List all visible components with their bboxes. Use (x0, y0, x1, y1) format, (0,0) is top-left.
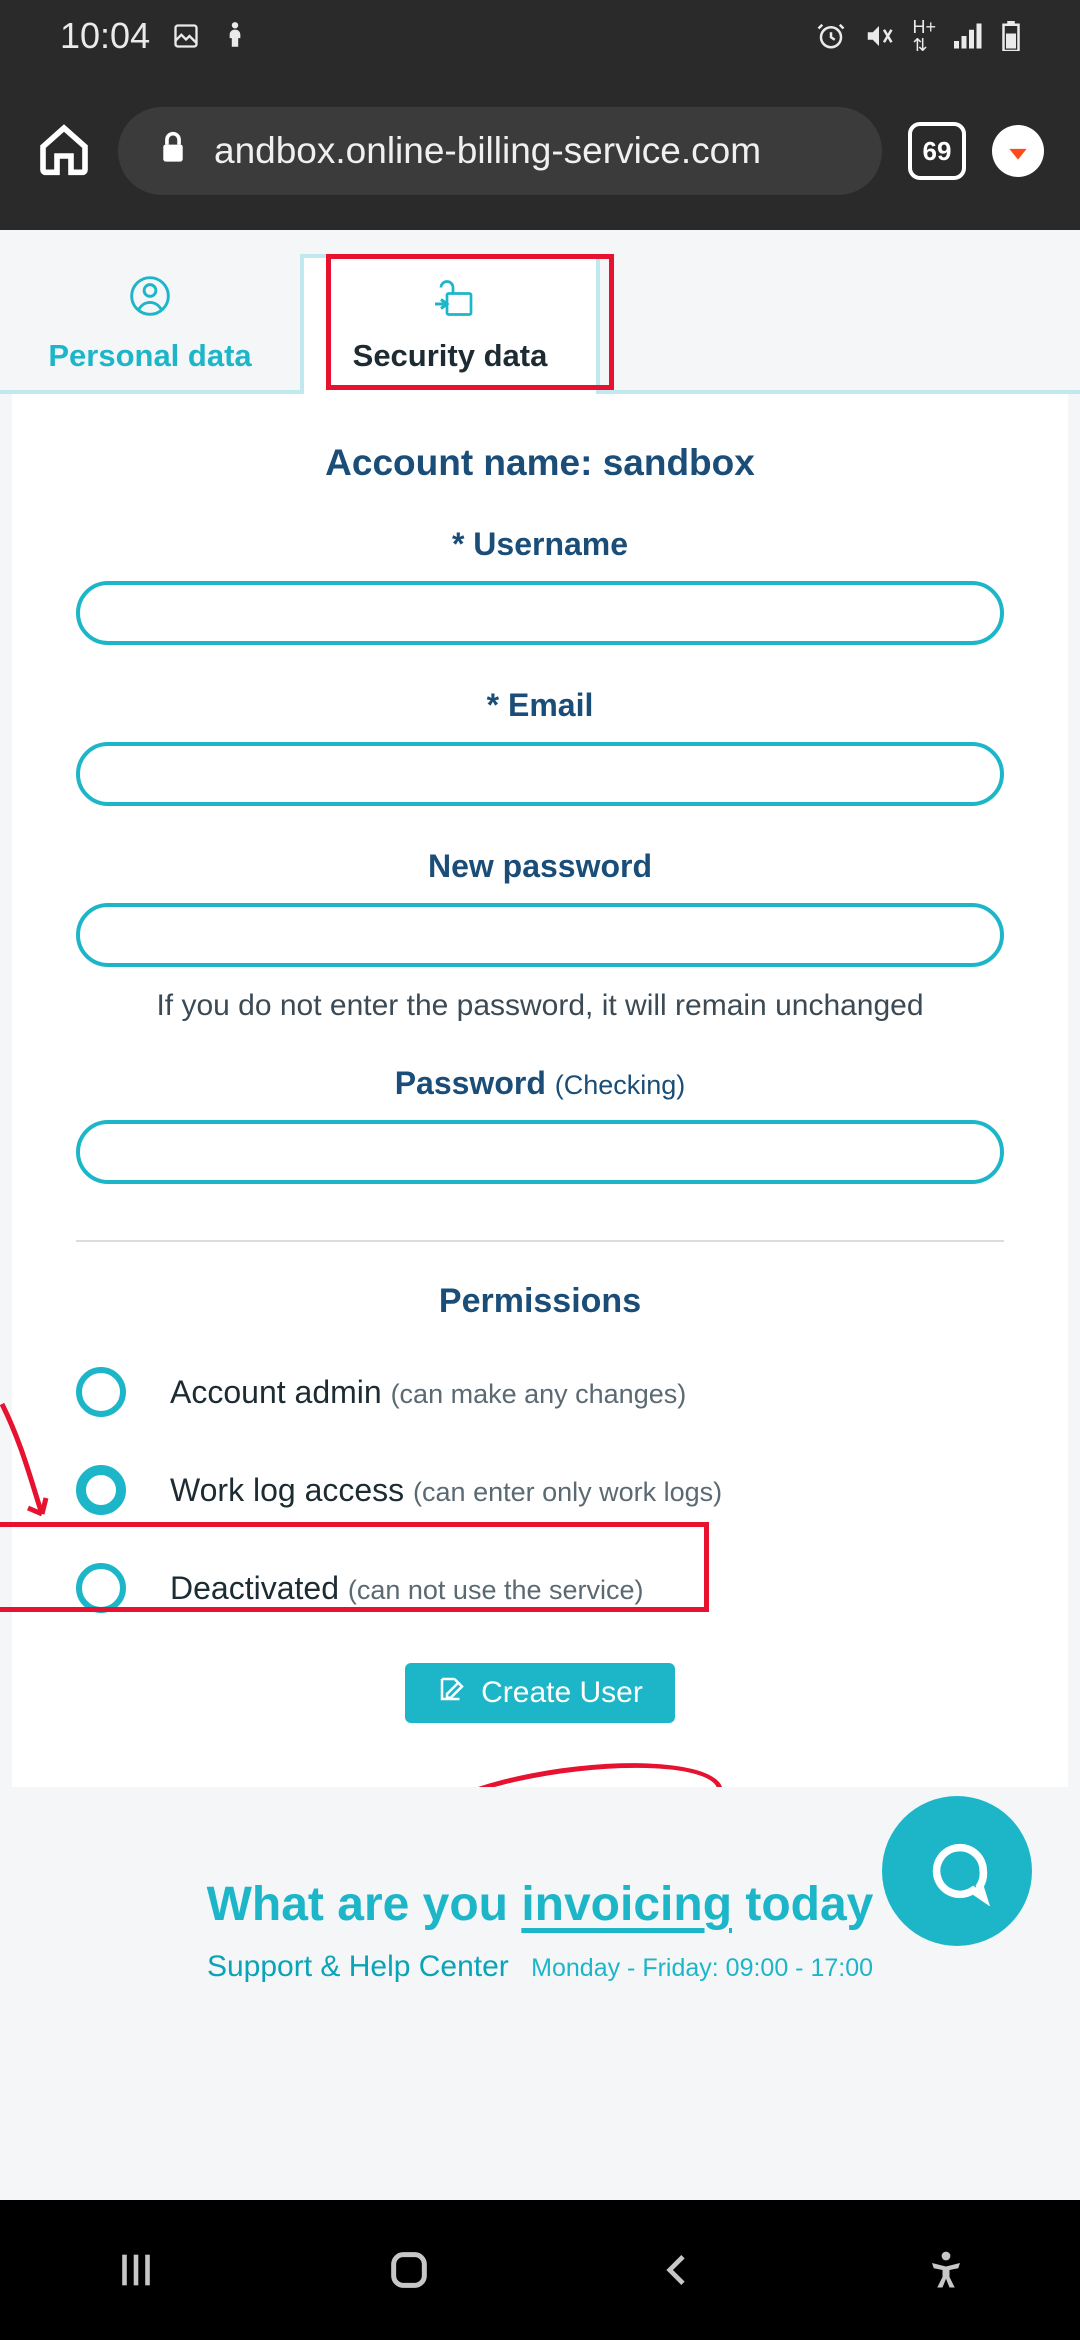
nav-accessibility-button[interactable] (925, 2249, 967, 2291)
passcheck-suffix: (Checking) (555, 1070, 686, 1100)
permission-worklog-label: Work log access (can enter only work log… (170, 1472, 722, 1509)
promo-underline: invoicing (521, 1878, 732, 1931)
edit-icon (437, 1674, 467, 1712)
email-label: * Email (76, 687, 1004, 724)
mute-icon (864, 21, 894, 51)
permission-deact-label: Deactivated (can not use the service) (170, 1570, 644, 1607)
figure-icon (222, 21, 248, 51)
radio-admin[interactable] (76, 1367, 126, 1417)
url-text: andbox.online-billing-service.com (214, 130, 761, 172)
newpass-input[interactable] (76, 903, 1004, 967)
tabs-count-value: 69 (923, 136, 952, 167)
browser-home-button[interactable] (36, 121, 92, 182)
permission-worklog-sub: (can enter only work logs) (413, 1477, 722, 1507)
support-hours: Monday - Friday: 09:00 - 17:00 (531, 1954, 873, 1982)
radio-deactivated[interactable] (76, 1563, 126, 1613)
arrow-to-worklog (0, 1394, 82, 1534)
support-line: Support & Help Center Monday - Friday: 0… (0, 1950, 1080, 1984)
status-left: 10:04 (60, 15, 248, 57)
footer-area: What are you invoicing today Support & H… (0, 1787, 1080, 1984)
support-label[interactable]: Support & Help Center (207, 1950, 509, 1983)
permission-admin-row[interactable]: Account admin (can make any changes) (76, 1361, 1004, 1423)
passcheck-label: Password (Checking) (76, 1065, 1004, 1102)
chat-bubble-button[interactable] (882, 1796, 1032, 1946)
browser-profile-button[interactable] (992, 125, 1044, 177)
tab-personal-label: Personal data (48, 338, 251, 374)
tabs-button[interactable]: 69 (908, 122, 966, 180)
newpass-label: New password (76, 848, 1004, 885)
newpass-hint: If you do not enter the password, it wil… (76, 989, 1004, 1023)
username-input[interactable] (76, 581, 1004, 645)
nav-recents-button[interactable] (113, 2247, 159, 2293)
tab-personal-data[interactable]: Personal data (0, 254, 300, 394)
battery-icon (1002, 21, 1020, 51)
url-bar[interactable]: andbox.online-billing-service.com (118, 107, 882, 195)
browser-toolbar: andbox.online-billing-service.com 69 (0, 72, 1080, 230)
passcheck-input[interactable] (76, 1120, 1004, 1184)
permission-admin-text: Account admin (170, 1374, 391, 1410)
email-input[interactable] (76, 742, 1004, 806)
android-nav-bar (0, 2200, 1080, 2340)
lock-icon (158, 130, 188, 173)
tab-strip: Personal data Security data (0, 230, 1080, 394)
signal-icon (954, 23, 984, 49)
divider (76, 1240, 1004, 1242)
permission-admin-sub: (can make any changes) (391, 1379, 687, 1409)
unlock-icon (426, 278, 474, 326)
nav-home-button[interactable] (386, 2247, 432, 2293)
create-user-button[interactable]: Create User (405, 1663, 675, 1723)
nav-back-button[interactable] (658, 2250, 698, 2290)
account-name: Account name: sandbox (76, 442, 1004, 484)
create-user-label: Create User (481, 1676, 643, 1710)
android-status-bar: 10:04 H+⇅ (0, 0, 1080, 72)
tab-security-label: Security data (353, 338, 548, 374)
image-icon (172, 22, 200, 50)
network-type-icon: H+⇅ (912, 18, 936, 54)
username-label: * Username (76, 526, 1004, 563)
permission-worklog-row[interactable]: Work log access (can enter only work log… (76, 1459, 1004, 1521)
status-time: 10:04 (60, 15, 150, 57)
permission-deact-text: Deactivated (170, 1570, 348, 1606)
status-right: H+⇅ (816, 18, 1020, 54)
permission-admin-label: Account admin (can make any changes) (170, 1374, 686, 1411)
permission-worklog-text: Work log access (170, 1472, 413, 1508)
permission-deact-sub: (can not use the service) (348, 1575, 644, 1605)
permission-deactivated-row[interactable]: Deactivated (can not use the service) (76, 1557, 1004, 1619)
tab-security-data[interactable]: Security data (300, 254, 600, 394)
permissions-title: Permissions (76, 1282, 1004, 1321)
user-icon (128, 274, 172, 326)
radio-worklog[interactable] (76, 1465, 126, 1515)
promo-suffix: today (732, 1878, 873, 1931)
passcheck-label-text: Password (395, 1065, 555, 1101)
page-content: Personal data Security data Account name… (0, 230, 1080, 2200)
promo-prefix: What are you (207, 1878, 522, 1931)
form-card: Account name: sandbox * Username * Email… (12, 394, 1068, 1787)
alarm-icon (816, 21, 846, 51)
